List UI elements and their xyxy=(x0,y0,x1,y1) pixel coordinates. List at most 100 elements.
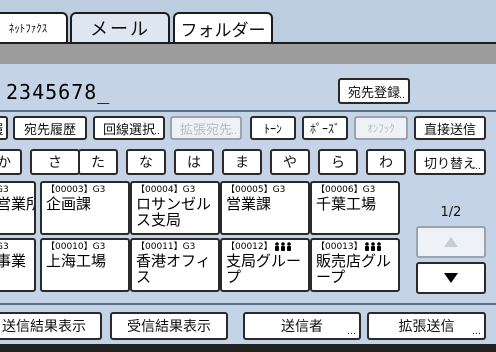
kana-ra-button[interactable]: ら xyxy=(318,149,358,175)
send-result-button[interactable]: 送信結果表示 xyxy=(0,312,102,340)
group-people-icon xyxy=(275,242,291,251)
more-icon: … xyxy=(151,127,160,137)
up-arrow-icon xyxy=(444,237,458,247)
switch-label: 切り替え xyxy=(423,156,476,172)
address-entry[interactable]: 【00005】G3 営業課 xyxy=(220,181,310,235)
kana-label: た xyxy=(91,155,105,171)
more-icon: … xyxy=(228,127,237,137)
kana-label: な xyxy=(139,155,153,171)
receive-result-label: 受信結果表示 xyxy=(127,319,211,335)
entry-name: 営業課 xyxy=(226,195,272,213)
tone-label: ﾄｰﾝ xyxy=(263,121,282,136)
scroll-up-button[interactable] xyxy=(416,226,486,258)
entry-name: 営業所 xyxy=(0,195,34,213)
entry-code: 【00005】G3 xyxy=(226,185,286,195)
partial-history-button[interactable]: 履 xyxy=(0,116,8,140)
entry-name: 支局グループ xyxy=(226,252,302,286)
sender-button[interactable]: 送信者 … xyxy=(243,312,361,340)
status-band xyxy=(0,44,496,64)
tone-button[interactable]: ﾄｰﾝ xyxy=(250,116,296,140)
sender-label: 送信者 xyxy=(281,319,323,335)
extended-send-label: 拡張送信 xyxy=(398,319,455,335)
entry-code: 【00003】G3 xyxy=(46,185,106,195)
register-destination-button[interactable]: 宛先登録 … xyxy=(338,78,410,104)
group-entry[interactable]: 【00012】 支局グループ xyxy=(220,238,310,292)
entry-code-text: 【00013】 xyxy=(316,242,363,252)
kana-label: や xyxy=(283,155,297,171)
group-people-icon xyxy=(365,242,381,251)
tab-email[interactable]: メール xyxy=(70,12,170,42)
address-entry[interactable]: 【00003】G3 企画課 xyxy=(40,181,130,235)
more-icon: … xyxy=(396,91,405,101)
switch-button[interactable]: 切り替え… xyxy=(414,149,486,175)
direct-send-button[interactable]: 直接送信 xyxy=(414,116,486,140)
kana-label: か xyxy=(0,152,11,172)
entry-name: 事業 xyxy=(0,252,27,270)
address-entry[interactable]: G3 営業所 xyxy=(0,181,36,235)
receive-result-button[interactable]: 受信結果表示 xyxy=(110,312,228,340)
entry-name: 千葉工場 xyxy=(316,195,377,213)
entry-name: 販売店グループ xyxy=(316,252,392,286)
tab-internet-fax[interactable]: ﾈｯﾄﾌｧｸｽ xyxy=(0,12,68,42)
entry-name: 企画課 xyxy=(46,195,92,213)
kana-ha-button[interactable]: は xyxy=(174,149,214,175)
tab-bar: ﾈｯﾄﾌｧｸｽ メール フォルダー xyxy=(0,0,496,44)
destination-history-button[interactable]: 宛先履歴 xyxy=(13,116,87,140)
more-icon: … xyxy=(347,327,356,337)
address-entry[interactable]: G3 事業 xyxy=(0,238,36,292)
extended-send-button[interactable]: 拡張送信 … xyxy=(367,312,486,340)
history-label: 宛先履歴 xyxy=(23,122,76,138)
bottom-divider xyxy=(0,303,496,305)
partial-label: 履 xyxy=(0,119,4,138)
on-hook-label: ｵﾝﾌｯｸ xyxy=(367,122,395,135)
entry-code: 【00006】G3 xyxy=(316,185,376,195)
line-select-label: 回線選択 xyxy=(102,122,155,138)
destination-number-field[interactable]: 2345678_ xyxy=(6,80,110,104)
kana-ka-button[interactable]: か xyxy=(0,149,22,175)
more-icon: … xyxy=(472,327,481,337)
fax-screen: ﾈｯﾄﾌｧｸｽ メール フォルダー 2345678_ 宛先登録 … 履 宛先履歴… xyxy=(0,0,496,352)
send-result-label: 送信結果表示 xyxy=(2,319,86,335)
on-hook-button[interactable]: ｵﾝﾌｯｸ xyxy=(354,116,408,140)
kana-wa-button[interactable]: わ xyxy=(366,149,406,175)
page-indicator: 1/2 xyxy=(440,205,462,220)
kana-label: さ xyxy=(48,155,62,171)
address-entry[interactable]: 【00010】G3 上海工場 xyxy=(40,238,130,292)
line-select-button[interactable]: 回線選択… xyxy=(93,116,165,140)
entry-code: G3 xyxy=(0,242,9,252)
kana-ta-button[interactable]: た xyxy=(78,149,118,175)
entry-code: 【00010】G3 xyxy=(46,242,106,252)
more-icon: … xyxy=(472,162,481,172)
pause-button[interactable]: ﾎﾟｰｽﾞ xyxy=(302,116,348,140)
kana-label: ら xyxy=(331,155,345,171)
entry-code: 【00011】G3 xyxy=(136,242,196,252)
entry-code: G3 xyxy=(0,185,9,195)
scroll-down-button[interactable] xyxy=(416,262,486,294)
address-entry[interactable]: 【00006】G3 千葉工場 xyxy=(310,181,400,235)
bottom-bezel xyxy=(0,344,496,352)
direct-send-label: 直接送信 xyxy=(423,122,476,138)
kana-ya-button[interactable]: や xyxy=(270,149,310,175)
entry-name: 上海工場 xyxy=(46,252,107,270)
entry-name: 香港オフィス xyxy=(136,252,211,286)
tab-folder[interactable]: フォルダー xyxy=(173,12,273,42)
number-divider xyxy=(0,110,496,112)
extended-destination-button[interactable]: 拡張宛先… xyxy=(170,116,242,140)
kana-label: は xyxy=(187,155,201,171)
extended-dest-label: 拡張宛先 xyxy=(179,122,232,138)
entry-name: ロサンゼルス支局 xyxy=(136,195,212,229)
kana-sa-button[interactable]: さ xyxy=(30,149,80,175)
entry-code: 【00004】G3 xyxy=(136,185,196,195)
kana-label: わ xyxy=(379,155,393,171)
register-label: 宛先登録 xyxy=(347,85,400,101)
pause-label: ﾎﾟｰｽﾞ xyxy=(309,121,340,136)
kana-na-button[interactable]: な xyxy=(126,149,166,175)
kana-ma-button[interactable]: ま xyxy=(222,149,262,175)
entry-code-text: 【00012】 xyxy=(226,242,273,252)
entry-code: 【00013】 xyxy=(316,242,363,252)
kana-label: ま xyxy=(235,155,249,171)
group-entry[interactable]: 【00013】 販売店グループ xyxy=(310,238,400,292)
address-entry[interactable]: 【00004】G3 ロサンゼルス支局 xyxy=(130,181,220,235)
down-arrow-icon xyxy=(444,273,458,283)
address-entry[interactable]: 【00011】G3 香港オフィス xyxy=(130,238,220,292)
